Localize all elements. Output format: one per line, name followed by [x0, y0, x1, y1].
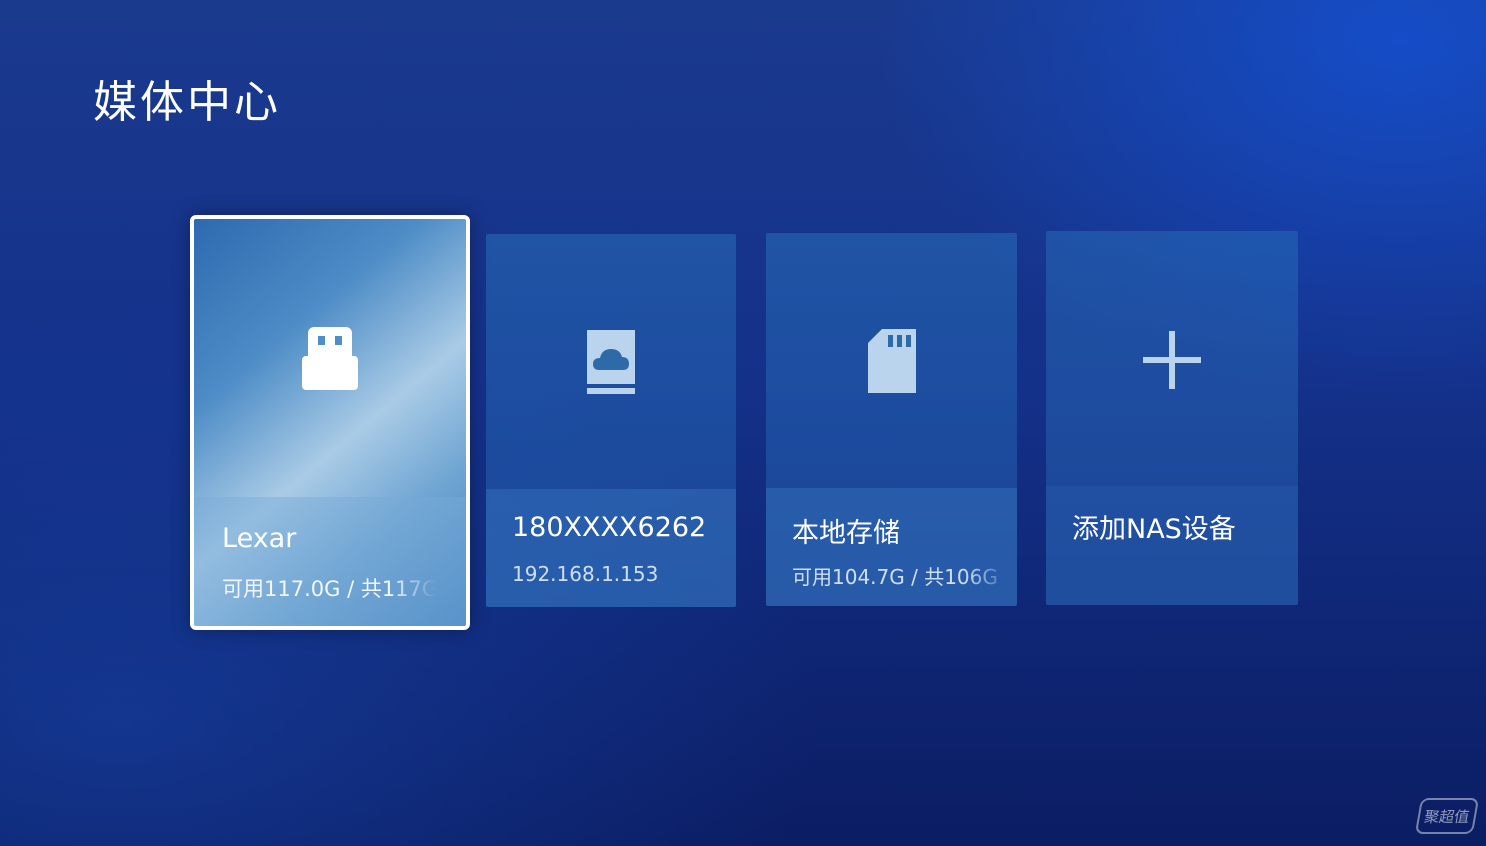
card-capacity: 可用117.0G / 共117G [222, 577, 436, 601]
page-title: 媒体中心 [93, 77, 281, 128]
media-card-local-storage[interactable]: 本地存储 可用104.7G / 共106G [766, 233, 1017, 606]
card-capacity: 可用104.7G / 共106G [792, 565, 998, 589]
media-card-network-device[interactable]: 180XXXX6262 192.168.1.153 [486, 234, 736, 607]
card-info-panel [194, 497, 466, 626]
plus-icon [1140, 323, 1204, 395]
usb-drive-icon [298, 323, 362, 395]
add-nas-device-card[interactable]: 添加NAS设备 [1046, 231, 1298, 605]
card-name: 添加NAS设备 [1072, 514, 1236, 545]
card-info-panel [486, 489, 736, 607]
media-card-lexar[interactable]: Lexar 可用117.0G / 共117G [190, 215, 470, 630]
sd-card-icon [860, 325, 924, 397]
card-ip-address: 192.168.1.153 [512, 562, 659, 586]
watermark-text: 聚超值 [1422, 807, 1471, 826]
watermark-logo: 聚超值 [1414, 798, 1480, 834]
cloud-storage-icon [579, 326, 643, 398]
card-name: 本地存储 [792, 518, 900, 549]
card-name: Lexar [222, 523, 297, 554]
card-name: 180XXXX6262 [512, 512, 707, 543]
